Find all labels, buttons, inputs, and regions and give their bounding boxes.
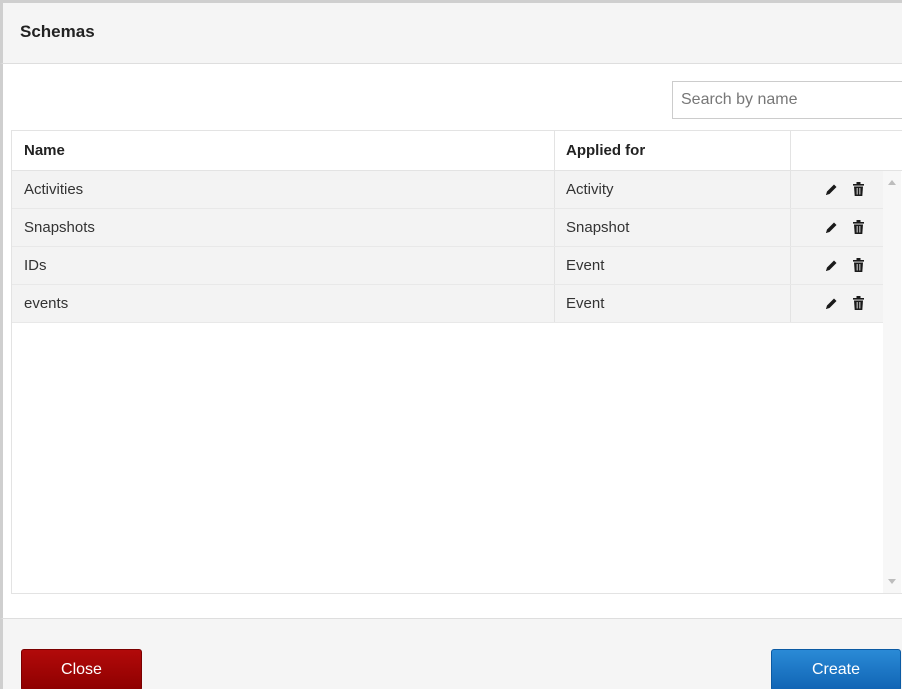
scroll-up-arrow-icon[interactable] <box>888 180 896 185</box>
trash-icon[interactable] <box>853 296 864 310</box>
row-name-cell: Snapshots <box>12 209 555 246</box>
schemas-dialog: Schemas Name Applied for Activities Acti… <box>0 0 902 689</box>
table-row[interactable]: Snapshots Snapshot <box>12 209 883 247</box>
table-row[interactable]: events Event <box>12 285 883 323</box>
trash-icon[interactable] <box>853 182 864 196</box>
row-actions-cell <box>791 209 883 246</box>
table-header: Name Applied for <box>12 131 902 171</box>
column-header-applied-for[interactable]: Applied for <box>555 131 791 170</box>
table-body: Activities Activity Snapshots Snapshot I… <box>12 171 883 323</box>
table-row[interactable]: Activities Activity <box>12 171 883 209</box>
row-name-cell: Activities <box>12 171 555 208</box>
trash-icon[interactable] <box>853 258 864 272</box>
table-scrollbar[interactable] <box>883 171 901 593</box>
close-button[interactable]: Close <box>21 649 142 689</box>
pencil-icon[interactable] <box>825 259 838 272</box>
row-applied-for-cell: Event <box>555 247 791 284</box>
search-input[interactable] <box>672 81 902 119</box>
pencil-icon[interactable] <box>825 297 838 310</box>
dialog-title-bar: Schemas <box>0 0 902 64</box>
create-button[interactable]: Create <box>771 649 901 689</box>
scroll-down-arrow-icon[interactable] <box>888 579 896 584</box>
row-actions-cell <box>791 171 883 208</box>
table-row[interactable]: IDs Event <box>12 247 883 285</box>
row-name-cell: IDs <box>12 247 555 284</box>
schemas-table: Name Applied for Activities Activity Sna… <box>11 130 902 594</box>
column-header-actions <box>791 131 902 170</box>
row-applied-for-cell: Activity <box>555 171 791 208</box>
pencil-icon[interactable] <box>825 183 838 196</box>
pencil-icon[interactable] <box>825 221 838 234</box>
row-applied-for-cell: Snapshot <box>555 209 791 246</box>
row-applied-for-cell: Event <box>555 285 791 322</box>
dialog-title: Schemas <box>20 22 95 41</box>
row-actions-cell <box>791 285 883 322</box>
column-header-name[interactable]: Name <box>12 131 555 170</box>
dialog-footer: Close Create <box>0 618 902 689</box>
trash-icon[interactable] <box>853 220 864 234</box>
row-actions-cell <box>791 247 883 284</box>
row-name-cell: events <box>12 285 555 322</box>
